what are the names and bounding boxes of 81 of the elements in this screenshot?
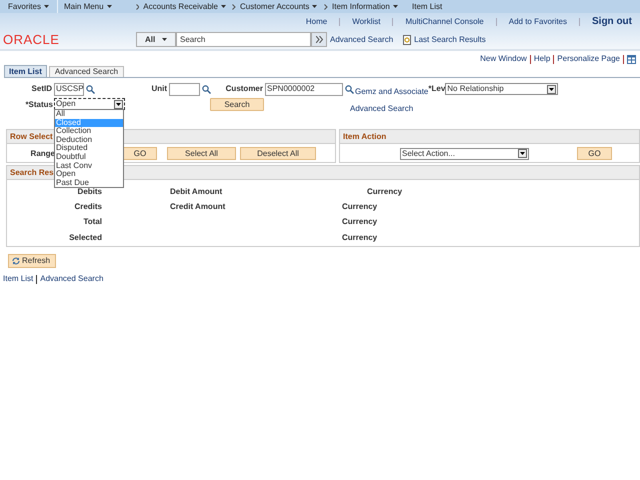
caret-icon: [106, 5, 112, 8]
dropdown-arrow-icon: [116, 102, 121, 106]
footer-link[interactable]: Advanced Search: [40, 273, 104, 285]
dropdown-option[interactable]: Last Conv: [55, 162, 123, 170]
search-icon[interactable]: [202, 84, 211, 94]
magnifier-page-icon: [403, 34, 412, 45]
dropdown-option[interactable]: Open: [55, 170, 123, 179]
grid-icon[interactable]: [627, 54, 636, 64]
page-link[interactable]: Help: [534, 53, 550, 65]
advanced-search-link[interactable]: Advanced Search: [330, 34, 394, 46]
customer-name-link[interactable]: Gemz and Associate: [355, 86, 428, 98]
header-link[interactable]: Add to Favorites: [508, 16, 567, 28]
field-label: *Status: [24, 99, 54, 111]
chevron-icon: [136, 4, 140, 10]
deselect-all-button[interactable]: Deselect All: [240, 147, 316, 160]
field-label: Selected: [68, 232, 102, 244]
header-link[interactable]: Home: [306, 16, 328, 28]
field-label: Debits: [76, 186, 102, 198]
action-select[interactable]: Select Action...: [400, 148, 529, 160]
dropdown-option[interactable]: Deduction: [55, 136, 123, 144]
setid-field[interactable]: USCSP: [54, 82, 84, 96]
oracle-logo: ORACLE: [3, 31, 60, 49]
field-label: Credit Amount: [170, 200, 226, 212]
customer-field[interactable]: SPN0000002: [265, 82, 343, 96]
dropdown-option[interactable]: Collection: [55, 127, 123, 136]
caret-icon: [392, 5, 398, 8]
section-header: Item Action: [340, 130, 639, 144]
dropdown-option[interactable]: Past Due: [55, 178, 123, 188]
search-go-button[interactable]: [311, 32, 327, 48]
dropdown-arrow-icon: [520, 152, 525, 155]
field-label: Currency: [342, 232, 378, 244]
menu-link[interactable]: Favorites: [8, 0, 49, 12]
caret-icon: [312, 5, 318, 8]
search-scope-select[interactable]: All: [136, 32, 176, 48]
field-label: Currency: [367, 186, 402, 198]
field-label: Total: [82, 216, 102, 228]
go-button[interactable]: GO: [123, 147, 157, 160]
field-label: Credits: [73, 200, 102, 212]
chevron-icon: [232, 4, 236, 10]
dropdown-option[interactable]: Doubtful: [55, 152, 123, 162]
advanced-search-link[interactable]: Advanced Search: [350, 103, 414, 115]
field-label: Currency: [342, 216, 378, 228]
field-label: Debit Amount: [170, 186, 224, 198]
header-link[interactable]: Worklist: [352, 16, 380, 28]
field-label: *Lev: [428, 83, 446, 95]
menu-link[interactable]: Accounts Receivable: [143, 0, 226, 12]
field-label: Unit: [150, 83, 168, 95]
search-icon[interactable]: [86, 84, 95, 94]
field-label: SetID: [30, 83, 53, 95]
caret-icon: [221, 5, 226, 8]
refresh-button[interactable]: Refresh: [8, 254, 56, 268]
caret-icon: [44, 5, 49, 8]
menu-link[interactable]: Customer Accounts: [240, 0, 318, 12]
dropdown-option[interactable]: Disputed: [55, 144, 123, 153]
dropdown-arrow-icon: [549, 88, 554, 90]
field-label: Range: [30, 148, 55, 160]
dropdown-option[interactable]: All: [55, 110, 123, 119]
menu-link[interactable]: Item Information: [332, 0, 398, 12]
field-label: Currency: [342, 200, 378, 212]
field-label: Customer: [224, 83, 264, 95]
tab[interactable]: Item List: [4, 65, 47, 77]
search-icon[interactable]: [345, 84, 354, 94]
search-button[interactable]: Search: [210, 98, 264, 111]
page-link[interactable]: Personalize Page: [557, 53, 620, 65]
breadcrumb-link[interactable]: Item List: [412, 0, 442, 12]
select-all-button[interactable]: Select All: [167, 147, 236, 160]
chevron-icon: [324, 4, 328, 10]
last-search-results-link[interactable]: Last Search Results: [414, 34, 486, 46]
refresh-icon: [12, 257, 20, 265]
tab[interactable]: Advanced Search: [48, 66, 124, 77]
header-link[interactable]: MultiChannel Console: [405, 16, 484, 28]
search-field[interactable]: Search: [176, 32, 311, 48]
caret-icon: [162, 38, 167, 42]
double-chevron-icon: [316, 36, 322, 44]
menu-link[interactable]: Main Menu: [64, 0, 112, 12]
page-link[interactable]: New Window: [480, 53, 527, 65]
unit-field[interactable]: [169, 82, 200, 96]
footer-link[interactable]: Item List: [3, 273, 34, 285]
sign-out-link[interactable]: Sign out: [592, 14, 632, 29]
go-button[interactable]: GO: [577, 147, 612, 160]
level-select[interactable]: No Relationship: [445, 83, 558, 95]
